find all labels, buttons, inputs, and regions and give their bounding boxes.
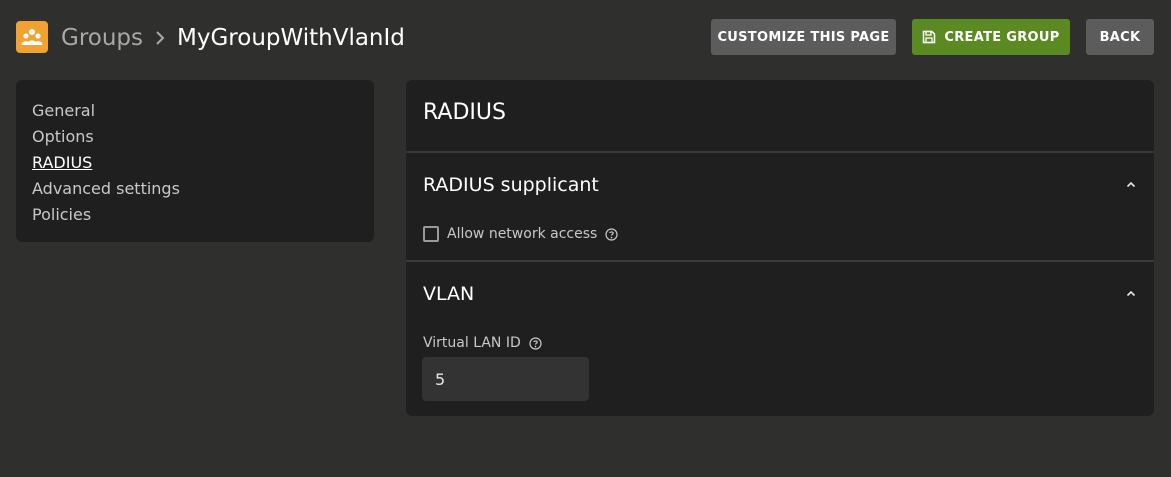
breadcrumb: Groups MyGroupWithVlanId	[61, 22, 405, 54]
help-icon[interactable]	[529, 336, 542, 350]
chevron-right-icon	[155, 30, 165, 46]
divider	[406, 260, 1154, 262]
page-title: MyGroupWithVlanId	[177, 25, 405, 51]
sidebar-nav: General Options RADIUS Advanced settings…	[16, 80, 374, 242]
section-title-radius-supplicant: RADIUS supplicant	[423, 174, 599, 196]
section-title-vlan: VLAN	[423, 283, 475, 305]
breadcrumb-groups-link[interactable]: Groups	[61, 25, 143, 51]
create-group-label: CREATE GROUP	[944, 29, 1060, 45]
sidebar-item-advanced-settings[interactable]: Advanced settings	[32, 178, 374, 204]
sidebar-item-options[interactable]: Options	[32, 126, 374, 152]
save-icon	[922, 30, 936, 44]
virtual-lan-id-input[interactable]	[422, 357, 589, 401]
allow-network-access-row: Allow network access	[423, 226, 618, 242]
group-users-icon	[16, 21, 48, 53]
back-button-label: BACK	[1099, 29, 1141, 45]
page-header: Groups MyGroupWithVlanId CUSTOMIZE THIS …	[0, 0, 1171, 76]
divider	[406, 151, 1154, 153]
radius-panel: RADIUS RADIUS supplicant Allow network a…	[406, 80, 1154, 416]
back-button[interactable]: BACK	[1086, 19, 1154, 55]
allow-network-access-label: Allow network access	[447, 226, 598, 242]
create-group-button[interactable]: CREATE GROUP	[912, 19, 1070, 55]
help-icon[interactable]	[605, 227, 618, 241]
sidebar-item-general[interactable]: General	[32, 100, 374, 126]
virtual-lan-id-label: Virtual LAN ID	[423, 335, 521, 351]
chevron-up-icon[interactable]	[1124, 177, 1138, 191]
customize-page-button[interactable]: CUSTOMIZE THIS PAGE	[711, 19, 896, 55]
chevron-up-icon[interactable]	[1124, 286, 1138, 300]
sidebar-item-policies[interactable]: Policies	[32, 204, 374, 230]
customize-button-label: CUSTOMIZE THIS PAGE	[717, 29, 890, 45]
panel-title: RADIUS	[423, 100, 506, 125]
sidebar-item-radius[interactable]: RADIUS	[32, 152, 374, 178]
allow-network-access-checkbox[interactable]	[423, 226, 439, 242]
virtual-lan-id-label-row: Virtual LAN ID	[423, 335, 542, 351]
